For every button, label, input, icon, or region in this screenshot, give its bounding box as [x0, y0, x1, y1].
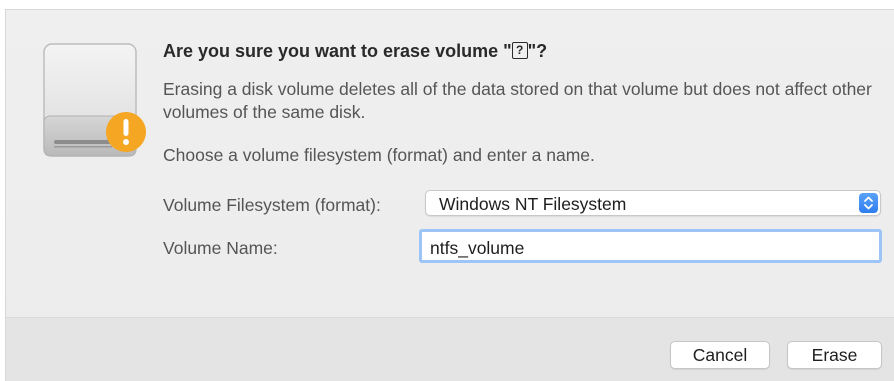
- erase-button[interactable]: Erase: [787, 341, 882, 369]
- dialog-description: Erasing a disk volume deletes all of the…: [163, 79, 872, 122]
- unknown-volume-glyph: ?: [511, 42, 528, 60]
- volume-name-input[interactable]: ntfs_volume: [419, 229, 882, 263]
- warning-badge-icon: [106, 112, 146, 152]
- volume-name-label: Volume Name:: [163, 238, 278, 258]
- filesystem-label: Volume Filesystem (format):: [163, 195, 381, 215]
- erase-volume-dialog: Are you sure you want to erase volume "?…: [6, 10, 894, 381]
- cancel-button[interactable]: Cancel: [670, 341, 770, 369]
- dialog-instruction: Choose a volume filesystem (format) and …: [163, 145, 595, 165]
- filesystem-select[interactable]: Windows NT Filesystem: [425, 190, 881, 216]
- filesystem-selected-value: Windows NT Filesystem: [439, 194, 627, 214]
- dialog-title: Are you sure you want to erase volume "?…: [163, 41, 548, 61]
- chevron-up-down-icon[interactable]: [859, 193, 878, 213]
- volume-name-value: ntfs_volume: [430, 238, 525, 258]
